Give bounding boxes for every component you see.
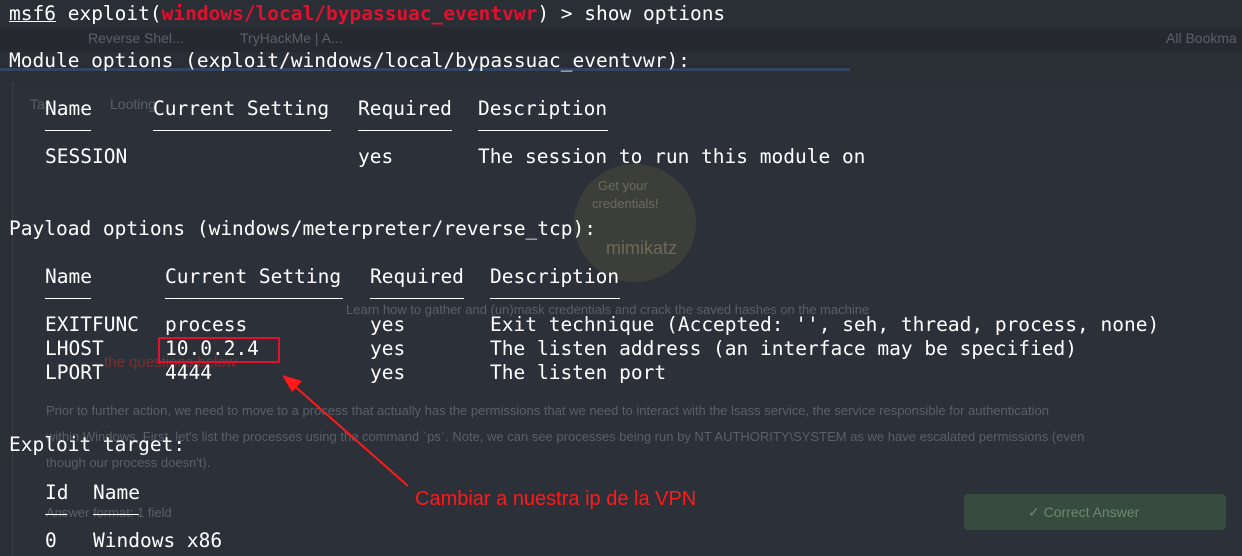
annotation-arrow-icon: [282, 375, 409, 487]
annotation-label: Cambiar a nuestra ip de la VPN: [415, 488, 697, 510]
